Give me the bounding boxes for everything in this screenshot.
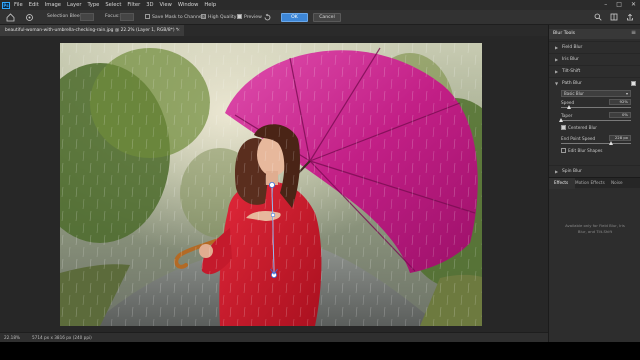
chevron-right-icon: ▶ bbox=[555, 69, 559, 74]
menu-3d[interactable]: 3D bbox=[146, 2, 153, 8]
options-bar: Selection Bleed: Focus: Save Mask to Cha… bbox=[0, 10, 640, 25]
high-quality-check-box[interactable] bbox=[201, 14, 206, 19]
document-tab-bar: beautiful-woman-with-umbrella-checking-r… bbox=[0, 25, 548, 36]
end-speed-slider[interactable] bbox=[561, 141, 631, 145]
photoshop-logo[interactable]: Ps bbox=[2, 1, 10, 9]
document-tab[interactable]: beautiful-woman-with-umbrella-checking-r… bbox=[0, 25, 184, 36]
menu-filter[interactable]: Filter bbox=[127, 2, 140, 8]
selection-bleed-label: Selection Bleed: bbox=[47, 14, 85, 19]
document-size: 5714 px x 3816 px (240 ppi) bbox=[32, 335, 92, 340]
share-icon[interactable] bbox=[626, 13, 634, 21]
panel-header: Blur Tools ≡ bbox=[549, 29, 640, 39]
focus-label: Focus: bbox=[105, 14, 120, 19]
menu-view[interactable]: View bbox=[160, 2, 172, 8]
reset-icon[interactable] bbox=[263, 13, 272, 22]
menu-file[interactable]: File bbox=[14, 2, 23, 8]
chevron-right-icon: ▶ bbox=[555, 57, 559, 62]
blur-gallery-tool-icon[interactable] bbox=[25, 13, 34, 22]
menu-bar: Ps File Edit Image Layer Type Select Fil… bbox=[0, 0, 640, 10]
speed-slider-thumb[interactable] bbox=[566, 105, 571, 109]
document-tab-title: beautiful-woman-with-umbrella-checking-r… bbox=[5, 28, 179, 33]
edit-blur-shapes-label: Edit Blur Shapes bbox=[568, 148, 603, 153]
menu-edit[interactable]: Edit bbox=[29, 2, 39, 8]
window-controls: – □ ✕ bbox=[604, 1, 636, 8]
end-speed-slider-thumb[interactable] bbox=[608, 141, 613, 145]
workspace-icon[interactable] bbox=[610, 13, 618, 21]
maximize-icon[interactable]: □ bbox=[616, 1, 622, 8]
document-image[interactable] bbox=[60, 43, 482, 326]
centered-blur-check-box[interactable] bbox=[561, 125, 566, 130]
edit-blur-shapes-check-box[interactable] bbox=[561, 148, 566, 153]
blur-row-label: Path Blur bbox=[562, 81, 582, 86]
blur-row-label: Field Blur bbox=[562, 45, 583, 50]
tab-close-icon[interactable]: × bbox=[176, 25, 180, 36]
zoom-level[interactable]: 22.18% bbox=[4, 335, 20, 340]
end-speed-label: End Point Speed bbox=[561, 136, 596, 141]
blur-row-label: Tilt-Shift bbox=[562, 69, 581, 74]
menu-window[interactable]: Window bbox=[178, 2, 198, 8]
panel-title: Blur Tools bbox=[553, 31, 576, 36]
tab-effects[interactable]: Effects bbox=[554, 180, 568, 185]
taper-slider-thumb[interactable] bbox=[558, 118, 563, 122]
blur-row-path-blur[interactable]: ▼ Path Blur bbox=[549, 77, 640, 88]
blur-row-label: Iris Blur bbox=[562, 57, 579, 62]
blur-row-spin-blur[interactable]: ▶ Spin Blur bbox=[549, 165, 640, 176]
focus-field[interactable] bbox=[120, 13, 134, 21]
blur-row-iris-blur[interactable]: ▶ Iris Blur bbox=[549, 53, 640, 64]
high-quality-checkbox[interactable]: High Quality bbox=[201, 14, 236, 20]
speed-value-field[interactable]: 92% bbox=[609, 99, 631, 105]
menu-layer[interactable]: Layer bbox=[67, 2, 81, 8]
blur-row-field-blur[interactable]: ▶ Field Blur bbox=[549, 41, 640, 52]
path-blur-enable-checkbox[interactable] bbox=[631, 81, 636, 86]
preview-label: Preview bbox=[244, 15, 262, 20]
blur-type-dropdown[interactable]: Basic Blur ▾ bbox=[561, 90, 631, 97]
selection-bleed-field[interactable] bbox=[80, 13, 94, 21]
tab-motion-effects[interactable]: Motion Effects bbox=[575, 180, 605, 185]
path-blur-settings: Basic Blur ▾ Speed 92% Taper 0% Centered… bbox=[549, 88, 640, 170]
taper-value-field[interactable]: 0% bbox=[609, 112, 631, 118]
menu-help[interactable]: Help bbox=[204, 2, 216, 8]
tab-noise[interactable]: Noise bbox=[611, 180, 623, 185]
chevron-right-icon: ▶ bbox=[555, 169, 559, 174]
chevron-down-icon: ▼ bbox=[555, 81, 559, 86]
save-mask-check-box[interactable] bbox=[145, 14, 150, 19]
menu-type[interactable]: Type bbox=[87, 2, 99, 8]
ok-button[interactable]: OK bbox=[281, 13, 308, 22]
centered-blur-label: Centered Blur bbox=[568, 125, 597, 130]
effects-unavailable-note: Available only for Field Blur, Iris Blur… bbox=[565, 223, 625, 234]
speed-slider[interactable] bbox=[561, 105, 631, 109]
edit-blur-shapes-checkbox[interactable]: Edit Blur Shapes bbox=[561, 148, 602, 153]
search-icon[interactable] bbox=[594, 13, 602, 21]
blur-type-value: Basic Blur bbox=[564, 91, 584, 96]
workspace-icons bbox=[594, 13, 634, 21]
preview-checkbox[interactable]: Preview bbox=[237, 14, 262, 20]
preview-check-box[interactable] bbox=[237, 14, 242, 19]
chevron-down-icon: ▾ bbox=[625, 91, 628, 96]
save-mask-checkbox[interactable]: Save Mask to Channels bbox=[145, 14, 205, 20]
blur-row-label: Spin Blur bbox=[562, 169, 582, 174]
blur-tools-panel: Blur Tools ≡ ▶ Field Blur ▶ Iris Blur ▶ … bbox=[548, 25, 640, 342]
menu-image[interactable]: Image bbox=[45, 2, 61, 8]
save-mask-label: Save Mask to Channels bbox=[152, 15, 206, 20]
centered-blur-checkbox[interactable]: Centered Blur bbox=[561, 125, 597, 130]
panel-menu-icon[interactable]: ≡ bbox=[631, 29, 636, 36]
effects-tabs: Effects Motion Effects Noise bbox=[549, 177, 640, 189]
high-quality-label: High Quality bbox=[208, 15, 237, 20]
menu-select[interactable]: Select bbox=[105, 2, 121, 8]
chevron-right-icon: ▶ bbox=[555, 45, 559, 50]
status-bar: 22.18% 5714 px x 3816 px (240 ppi) bbox=[0, 332, 548, 342]
blur-row-tilt-shift[interactable]: ▶ Tilt-Shift bbox=[549, 65, 640, 76]
home-icon[interactable] bbox=[6, 13, 15, 22]
minimize-icon[interactable]: – bbox=[604, 1, 607, 8]
letterbox-bottom bbox=[0, 342, 640, 360]
taper-label: Taper bbox=[561, 113, 573, 118]
taper-slider[interactable] bbox=[558, 118, 631, 122]
cancel-button[interactable]: Cancel bbox=[313, 13, 341, 22]
close-icon[interactable]: ✕ bbox=[631, 1, 636, 8]
